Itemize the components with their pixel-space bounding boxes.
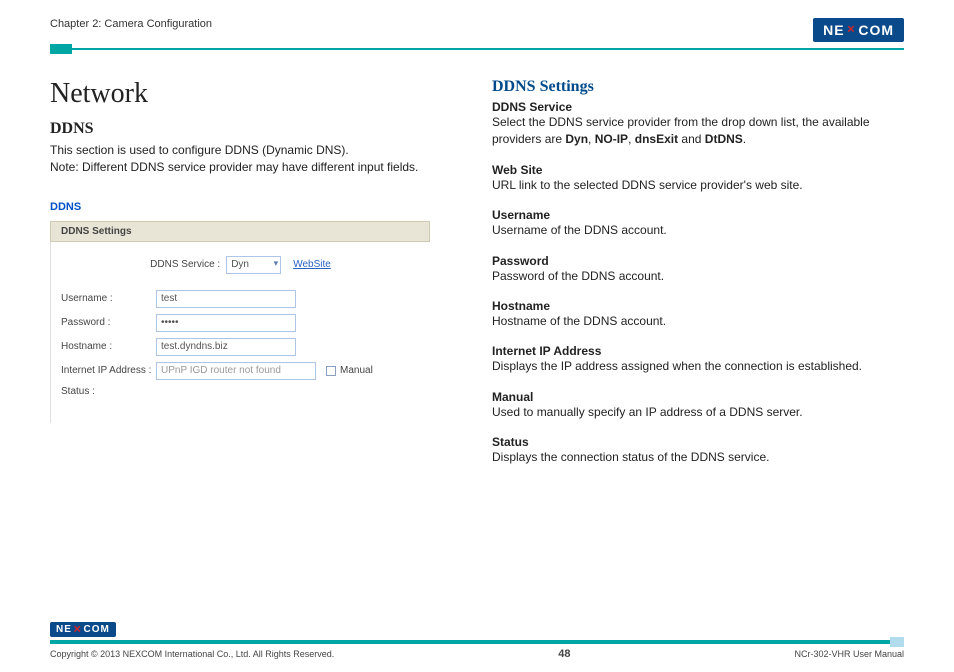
status-label: Status :	[61, 386, 156, 397]
field-website-desc: URL link to the selected DDNS service pr…	[492, 177, 904, 194]
field-password-h: Password	[492, 254, 904, 268]
field-status-desc: Displays the connection status of the DD…	[492, 449, 904, 466]
logo-pre: NE	[823, 22, 844, 38]
svc-sep2: ,	[628, 132, 635, 146]
ip-label: Internet IP Address :	[61, 365, 156, 376]
page-number: 48	[558, 648, 570, 660]
copyright: Copyright © 2013 NEXCOM International Co…	[50, 649, 334, 659]
svc-dyn: Dyn	[565, 132, 588, 146]
field-ddns-service-h: DDNS Service	[492, 100, 904, 114]
section-heading-ddns: DDNS	[50, 120, 462, 138]
footer-logo: NE COM	[50, 621, 904, 640]
manual-checkbox-label: Manual	[340, 365, 373, 376]
hostname-input[interactable]: test.dyndns.biz	[156, 338, 296, 356]
ddns-panel-title: DDNS	[50, 201, 430, 213]
field-ip-desc: Displays the IP address assigned when th…	[492, 358, 904, 375]
intro-line-2: Note: Different DDNS service provider ma…	[50, 159, 462, 176]
intro-line-1: This section is used to configure DDNS (…	[50, 142, 462, 159]
ddns-settings-heading: DDNS Settings	[492, 78, 904, 96]
field-password-desc: Password of the DDNS account.	[492, 268, 904, 285]
ddns-panel: DDNS DDNS Settings DDNS Service : Dyn We…	[50, 201, 430, 423]
field-ddns-service-desc: Select the DDNS service provider from th…	[492, 114, 904, 149]
footer-rule	[50, 640, 904, 644]
page-title: Network	[50, 78, 462, 110]
header-rule	[50, 48, 904, 50]
footer-logo-pre: NE	[56, 624, 72, 635]
svc-sep4: .	[743, 132, 746, 146]
logo-post: COM	[858, 22, 894, 38]
svc-noip: NO-IP	[595, 132, 628, 146]
field-username-desc: Username of the DDNS account.	[492, 222, 904, 239]
logo-x-icon	[845, 22, 859, 38]
chapter-label: Chapter 2: Camera Configuration	[50, 18, 212, 30]
ddns-panel-bar: DDNS Settings	[50, 221, 430, 242]
footer-logo-post: COM	[83, 624, 109, 635]
svc-sep1: ,	[588, 132, 595, 146]
field-ip-h: Internet IP Address	[492, 344, 904, 358]
manual-checkbox[interactable]	[326, 366, 336, 376]
username-input[interactable]: test	[156, 290, 296, 308]
field-status-h: Status	[492, 435, 904, 449]
svc-sep3: and	[678, 132, 705, 146]
hostname-label: Hostname :	[61, 341, 156, 352]
field-manual-desc: Used to manually specify an IP address o…	[492, 404, 904, 421]
ip-input[interactable]: UPnP IGD router not found	[156, 362, 316, 380]
password-label: Password :	[61, 317, 156, 328]
password-input[interactable]: •••••	[156, 314, 296, 332]
manual-name: NCr-302-VHR User Manual	[794, 649, 904, 659]
field-website-h: Web Site	[492, 163, 904, 177]
field-username-h: Username	[492, 208, 904, 222]
ddns-service-label: DDNS Service :	[150, 259, 220, 270]
field-hostname-desc: Hostname of the DDNS account.	[492, 313, 904, 330]
ddns-service-select[interactable]: Dyn	[226, 256, 281, 274]
username-label: Username :	[61, 293, 156, 304]
brand-logo: NE COM	[813, 18, 904, 42]
svc-dnsexit: dnsExit	[635, 132, 678, 146]
footer-logo-x-icon	[72, 624, 84, 635]
field-manual-h: Manual	[492, 390, 904, 404]
field-hostname-h: Hostname	[492, 299, 904, 313]
website-link[interactable]: WebSite	[293, 259, 331, 270]
svc-dtdns: DtDNS	[705, 132, 743, 146]
